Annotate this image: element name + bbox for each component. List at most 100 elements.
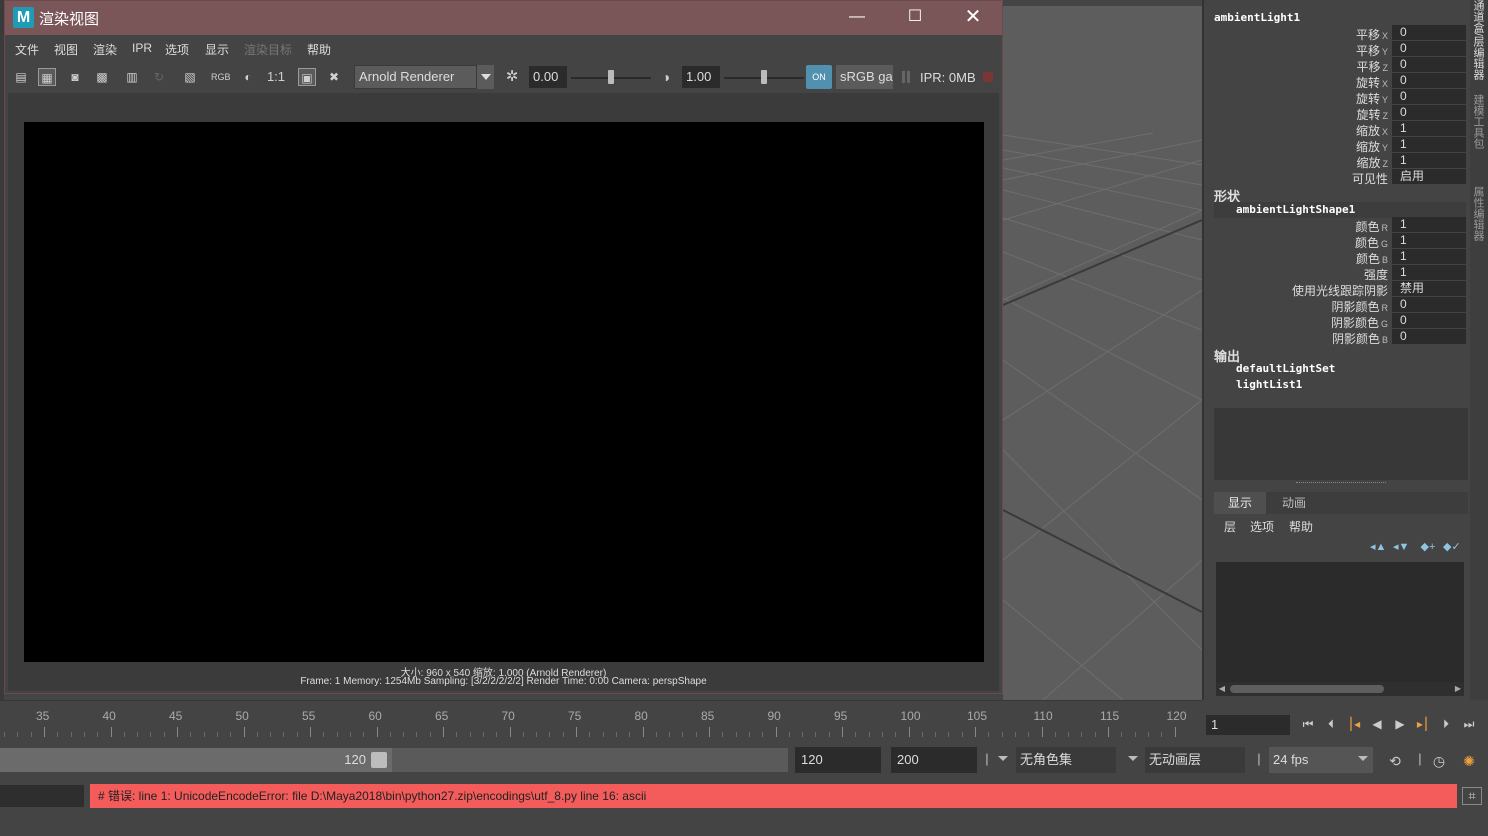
channel-row[interactable]: 颜色 B 1: [1204, 249, 1472, 266]
keep-image-icon[interactable]: ▣: [298, 68, 316, 86]
gamma-icon[interactable]: ◑: [657, 68, 675, 86]
gamma-field[interactable]: 1.00: [682, 66, 720, 88]
panel-splitter[interactable]: [1296, 482, 1386, 484]
channel-row[interactable]: 阴影颜色 B 0: [1204, 329, 1472, 346]
channel-row[interactable]: 缩放 X 1: [1204, 121, 1472, 138]
move-layer-down-icon[interactable]: ◂▼: [1393, 540, 1409, 554]
anim-layer-dropdown[interactable]: 无动画层: [1145, 747, 1245, 773]
real-size-button[interactable]: 1:1: [265, 68, 287, 86]
channel-row[interactable]: 旋转 Z 0: [1204, 105, 1472, 122]
render-sequence-icon[interactable]: ▩: [93, 68, 111, 86]
channel-row[interactable]: 颜色 R 1: [1204, 217, 1472, 234]
menu-file[interactable]: 文件: [15, 41, 39, 58]
new-layer-from-selection-icon[interactable]: ◆✓: [1443, 540, 1461, 554]
channel-row[interactable]: 颜色 G 1: [1204, 233, 1472, 250]
channel-row[interactable]: 旋转 X 0: [1204, 73, 1472, 90]
step-back-key-icon[interactable]: ⎮◂: [1344, 715, 1364, 733]
minimize-button[interactable]: —: [828, 1, 886, 35]
range-slider[interactable]: 120: [0, 748, 788, 772]
menu-view[interactable]: 视图: [54, 41, 78, 58]
tab-animation[interactable]: 动画: [1268, 492, 1320, 514]
play-backwards-icon[interactable]: ◀: [1367, 715, 1387, 733]
channel-value-field[interactable]: 0: [1392, 89, 1466, 104]
animation-end-field[interactable]: 200: [891, 747, 977, 773]
menu-help[interactable]: 帮助: [307, 41, 331, 58]
channel-row[interactable]: 可见性 启用: [1204, 169, 1472, 186]
side-tab-attribute-editor[interactable]: 属性编辑器: [1472, 186, 1486, 241]
gamma-slider-handle[interactable]: [761, 70, 767, 84]
rgb-channel-button[interactable]: RGB: [211, 68, 231, 86]
side-tab-channel-box[interactable]: 通道盒/层编辑器: [1472, 0, 1486, 80]
channel-row[interactable]: 使用光线跟踪阴影 禁用: [1204, 281, 1472, 298]
channel-row[interactable]: 强度 1: [1204, 265, 1472, 282]
ipr-stop-icon[interactable]: [983, 72, 993, 82]
script-editor-icon[interactable]: ⌗: [1462, 787, 1482, 805]
menu-options[interactable]: 选项: [165, 41, 189, 58]
channel-value-field[interactable]: 0: [1392, 313, 1466, 328]
channel-row[interactable]: 缩放 Z 1: [1204, 153, 1472, 170]
animation-preferences-icon[interactable]: ✺: [1460, 752, 1478, 770]
channel-row[interactable]: 阴影颜色 G 0: [1204, 313, 1472, 330]
maximize-button[interactable]: ☐: [886, 1, 944, 35]
time-slider[interactable]: 35 40 45 50 55 60 65 70 75 80 85 90 95 100 105 110 115 12…: [0, 700, 1202, 738]
render-settings-icon[interactable]: ▧: [181, 68, 199, 86]
redo-render-icon[interactable]: ▤: [12, 68, 30, 86]
range-end-handle[interactable]: [371, 752, 387, 768]
channel-value-field[interactable]: 1: [1392, 217, 1466, 232]
channel-value-field[interactable]: 0: [1392, 57, 1466, 72]
renderer-dropdown-arrow[interactable]: [476, 65, 494, 89]
color-management-toggle[interactable]: ON: [806, 65, 832, 89]
perspective-viewport[interactable]: [1003, 0, 1202, 700]
go-to-start-icon[interactable]: ⏮: [1298, 715, 1318, 733]
output-node[interactable]: defaultLightSet: [1236, 362, 1335, 375]
render-region-icon[interactable]: ▦: [38, 68, 56, 86]
exposure-slider-handle[interactable]: [608, 70, 614, 84]
command-error-line[interactable]: # 错误: line 1: UnicodeEncodeError: file D…: [90, 784, 1457, 808]
character-set-arrow-icon[interactable]: [998, 756, 1008, 761]
channel-value-field[interactable]: 0: [1392, 105, 1466, 120]
layer-menu-help[interactable]: 帮助: [1289, 518, 1313, 535]
channel-value-field[interactable]: 0: [1392, 329, 1466, 344]
exposure-field[interactable]: 0.00: [529, 66, 567, 88]
channel-row[interactable]: 平移 X 0: [1204, 25, 1472, 42]
selected-object-name[interactable]: ambientLight1: [1214, 11, 1300, 24]
command-input[interactable]: [0, 785, 84, 807]
close-button[interactable]: ✕: [944, 1, 1002, 35]
scroll-right-icon[interactable]: ▶: [1453, 683, 1463, 695]
channel-row[interactable]: 平移 Z 0: [1204, 57, 1472, 74]
fps-arrow-icon[interactable]: [1358, 756, 1368, 761]
current-frame-field[interactable]: 1: [1206, 715, 1290, 735]
move-layer-up-icon[interactable]: ◂▲: [1370, 540, 1386, 554]
layer-menu-options[interactable]: 选项: [1250, 518, 1274, 535]
ipr-render-icon[interactable]: ▥: [123, 68, 141, 86]
scroll-left-icon[interactable]: ◀: [1217, 683, 1227, 695]
layer-list[interactable]: [1216, 562, 1464, 696]
side-tab-modeling-toolkit[interactable]: 建模工具包: [1472, 94, 1486, 149]
alpha-channel-icon[interactable]: ◐: [239, 68, 257, 86]
exposure-icon[interactable]: ✲: [503, 68, 521, 86]
menu-ipr[interactable]: IPR: [132, 41, 152, 55]
renderer-dropdown[interactable]: Arnold Renderer: [354, 65, 494, 89]
go-to-end-icon[interactable]: ⏭: [1459, 715, 1479, 733]
step-forward-frame-icon[interactable]: ⏵: [1436, 715, 1456, 733]
scrollbar-thumb[interactable]: [1230, 685, 1384, 693]
channel-value-field[interactable]: 0: [1392, 73, 1466, 88]
ipr-pause-icon[interactable]: [902, 71, 910, 83]
render-window-titlebar[interactable]: M 渲染视图 — ☐ ✕: [5, 1, 1002, 35]
anim-layer-arrow-icon[interactable]: [1128, 756, 1138, 761]
view-transform-dropdown[interactable]: sRGB gamma: [836, 65, 893, 89]
channel-value-field[interactable]: 1: [1392, 153, 1466, 168]
shape-node-row[interactable]: ambientLightShape1: [1214, 202, 1466, 218]
output-node[interactable]: lightList1: [1236, 378, 1302, 391]
channel-value-field[interactable]: 0: [1392, 41, 1466, 56]
character-set-dropdown[interactable]: 无角色集: [1016, 747, 1116, 773]
auto-key-icon[interactable]: ◷: [1430, 752, 1448, 770]
channel-value-field[interactable]: 禁用: [1392, 281, 1466, 296]
layer-list-scrollbar[interactable]: ◀ ▶: [1216, 682, 1464, 696]
channel-row[interactable]: 旋转 Y 0: [1204, 89, 1472, 106]
play-forwards-icon[interactable]: ▶: [1390, 715, 1410, 733]
new-empty-layer-icon[interactable]: ◆+: [1420, 540, 1436, 554]
render-view-window[interactable]: M 渲染视图 — ☐ ✕ 文件 视图 渲染 IPR 选项 显示 渲染目标 帮助 …: [4, 0, 1003, 694]
layer-menu-layers[interactable]: 层: [1224, 518, 1236, 535]
step-back-frame-icon[interactable]: ⏴: [1321, 715, 1341, 733]
